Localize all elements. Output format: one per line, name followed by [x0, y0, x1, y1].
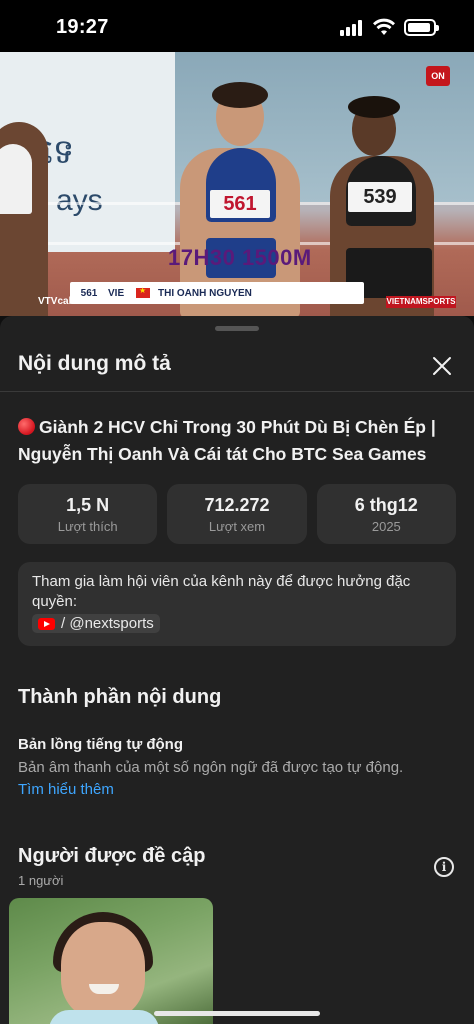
- stat-label: Lượt xem: [208, 518, 266, 534]
- channel-logo: ON: [426, 66, 450, 86]
- membership-box: Tham gia làm hội viên của kênh này để đư…: [18, 562, 456, 646]
- stat-value: 6 thg12: [354, 494, 418, 515]
- stat-value: 712.272: [204, 494, 270, 515]
- info-icon[interactable]: i: [434, 857, 454, 877]
- lower-third-country: VIE: [108, 287, 125, 299]
- stat-label: Lượt thích: [57, 518, 118, 534]
- broadcaster-logo: VTVcab: [38, 296, 75, 307]
- person-photo: [61, 922, 145, 1018]
- wifi-icon: [373, 18, 395, 35]
- channel-link[interactable]: / @nextsports: [32, 614, 160, 633]
- lower-third-number: 561: [80, 287, 98, 299]
- video-stats: 1,5 N Lượt thích 712.272 Lượt xem 6 thg1…: [18, 484, 456, 544]
- lower-third-name: THI OANH NGUYEN: [158, 287, 252, 299]
- athlete-lower-third: 561 VIE THI OANH NGUYEN: [70, 282, 364, 304]
- video-title-text: Giành 2 HCV Chỉ Trong 30 Phút Dù Bị Chèn…: [18, 417, 436, 464]
- auto-dub-description: Bản âm thanh của một số ngôn ngữ đã được…: [18, 759, 404, 776]
- sheet-title: Nội dung mô tả: [18, 352, 171, 375]
- learn-more-link[interactable]: Tìm hiểu thêm: [18, 781, 114, 798]
- stat-likes: 1,5 N Lượt thích: [18, 484, 158, 544]
- stat-date: 6 thg12 2025: [316, 484, 456, 544]
- vietnam-flag-icon: [136, 286, 150, 298]
- close-icon[interactable]: [428, 352, 456, 380]
- event-overlay-text: 17H30 1500M: [168, 245, 312, 270]
- stat-label: 2025: [371, 518, 401, 534]
- description-sheet: Nội dung mô tả Giành 2 HCV Chỉ Trong 30 …: [0, 316, 474, 1024]
- people-count: 1 người: [18, 873, 64, 888]
- red-circle-icon: [18, 418, 35, 435]
- home-indicator[interactable]: [154, 1011, 320, 1016]
- people-section-title: Người được đề cập: [18, 845, 206, 867]
- auto-dub-title: Bản lồng tiếng tự động: [18, 736, 183, 753]
- person-card[interactable]: [9, 898, 213, 1024]
- membership-text: Tham gia làm hội viên của kênh này để đư…: [32, 573, 411, 610]
- status-bar: 19:27: [0, 0, 474, 52]
- battery-icon: [404, 19, 439, 36]
- drag-handle[interactable]: [215, 326, 259, 331]
- stat-views: 712.272 Lượt xem: [167, 484, 307, 544]
- athlete-bib: 539: [348, 182, 412, 212]
- video-player[interactable]: ទេ ays 561 539 17H30 1500M 561 VIE THI O…: [0, 52, 474, 316]
- status-time: 19:27: [56, 16, 109, 38]
- sheet-header: Nội dung mô tả: [0, 340, 474, 392]
- cellular-signal-icon: [340, 20, 366, 36]
- youtube-icon: [38, 617, 55, 630]
- channel-separator: /: [61, 615, 66, 632]
- channel-handle: @nextsports: [69, 615, 154, 632]
- stat-value: 1,5 N: [66, 494, 110, 515]
- athlete-bib: 561: [210, 190, 270, 218]
- video-title: Giành 2 HCV Chỉ Trong 30 Phút Dù Bị Chèn…: [18, 414, 458, 468]
- banner-text: ays: [56, 184, 103, 217]
- content-section-title: Thành phần nội dung: [18, 686, 222, 708]
- vietnam-sports-logo: VIETNAMSPORTS: [386, 296, 456, 308]
